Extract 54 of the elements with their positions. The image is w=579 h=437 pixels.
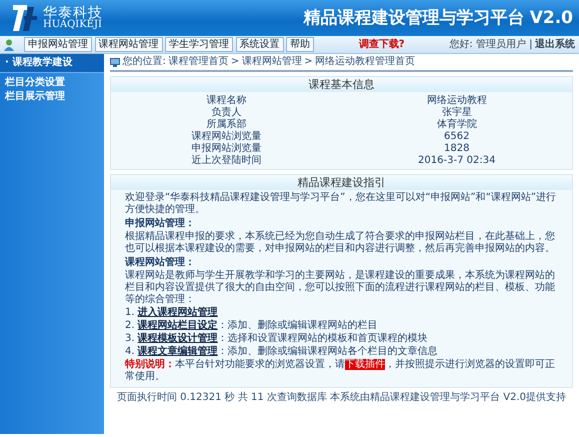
monitor-icon <box>110 58 120 66</box>
version-label: V2.0 <box>530 8 573 28</box>
info-value: 2016-3-7 02:34 <box>417 154 496 167</box>
info-label: 课程网站浏览量 <box>190 130 262 142</box>
info-value: 网络运动教程 <box>426 94 488 106</box>
step-text: 2. 课程网站栏目设定：添加、删除或编辑课程网站的栏目 <box>125 320 379 332</box>
info-label: 申报网站浏览量 <box>190 142 262 154</box>
step-text: 1. 进入课程网站管理 <box>125 307 219 319</box>
info-value: 张宇星 <box>440 106 473 118</box>
nav-button[interactable]: 课程网站管理 <box>94 37 162 52</box>
breadcrumb-separator: > <box>304 56 313 68</box>
step-link[interactable]: 进入课程网站管理 <box>138 307 218 318</box>
download-link[interactable]: 下载插件 <box>345 359 385 370</box>
breadcrumb-link[interactable]: 网络运动教程管理首页 <box>315 56 416 68</box>
nav-button[interactable]: 帮助 <box>286 37 314 52</box>
logo-icon <box>12 3 38 33</box>
info-label: 所属系部 <box>205 118 248 130</box>
sidebar-item[interactable]: 栏目分类设置 <box>0 76 104 90</box>
sidebar-heading[interactable]: · 课程教学建设 <box>0 54 104 73</box>
step-link[interactable]: 课程网站栏目设定 <box>138 320 218 332</box>
breadcrumb-label: 您的位置: <box>122 56 166 68</box>
note-text: 特别说明：本平台针对功能要求的浏览器设置，请下载插件，并按照提示进行浏览器的设置即可正常使用。 <box>125 359 556 384</box>
section-heading: 申报网站管理： <box>125 218 196 230</box>
info-value: 1828 <box>443 142 470 155</box>
notice-text: 调查下载? <box>358 38 405 50</box>
user-icon <box>4 38 14 50</box>
info-value: 6562 <box>443 130 470 143</box>
nav-button[interactable]: 申报网站管理 <box>24 37 92 52</box>
section-heading: 课程网站管理： <box>125 257 196 270</box>
user-greeting: 您好: 管理员用户 | <box>449 38 532 50</box>
logo-subtext: HUAQIKEJI <box>43 20 103 30</box>
step-text: 4. 课程文章编辑管理：添加、删除或编辑课程网站各个栏目的文章信息 <box>125 346 439 358</box>
footer-text: 页面执行时间 0.12321 秒 共 11 次查询数据库 本系统由精品课程建设管理与学习平台 V2.0提供支持 <box>116 392 568 404</box>
sidebar-item[interactable]: 栏目展示管理 <box>0 90 104 104</box>
info-label: 负责人 <box>210 106 242 118</box>
info-label: 近上次登陆时间 <box>190 154 262 167</box>
info-label: 课程名称 <box>205 94 248 106</box>
step-text: 3. 课程模板设计管理：选择和设置课程网站的模板和首页课程的模块 <box>125 333 429 345</box>
panel-title: 精品课程建设指引 <box>111 175 572 190</box>
nav-button[interactable]: 系统设置 <box>236 37 284 52</box>
panel-title: 课程基本信息 <box>111 77 572 92</box>
logo-text: 华泰科技 <box>43 6 103 20</box>
step-link[interactable]: 课程文章编辑管理 <box>138 346 218 358</box>
logout-link[interactable]: 退出系统 <box>534 38 575 50</box>
section-text: 课程网站是教师与学生开展教学和学习的主要网站，是课程建设的重要成果，本系统为课程网站的栏目和内容设置提供了很大的自由空间，您可以按照下面的流程进行课程网站的栏目、模板、功能等的综合管理： <box>125 270 556 306</box>
breadcrumb-separator: > <box>230 56 240 68</box>
breadcrumb-link[interactable]: 课程管理首页 <box>168 56 228 68</box>
step-link[interactable]: 课程模板设计管理 <box>138 333 218 344</box>
nav-button[interactable]: 学生学习管理 <box>165 37 233 52</box>
section-text: 根据精品课程申报的要求，本系统已经为您自动生成了符合要求的申报网站栏目，在此基础上，您也可以根据本课程建设的需要，对申报网站的栏目和内容进行调整，然后再完善申报网站的内容。 <box>125 231 556 256</box>
info-value: 体育学院 <box>436 118 478 131</box>
breadcrumb-link[interactable]: 课程网站管理 <box>242 56 302 68</box>
app-title: 精品课程建设管理与学习平台 <box>304 8 525 28</box>
intro-text: 欢迎登录“华泰科技精品课程建设管理与学习平台”，您在这里可以对“申报网站”和“课程网站”进行方便快捷的管理。 <box>125 192 558 216</box>
